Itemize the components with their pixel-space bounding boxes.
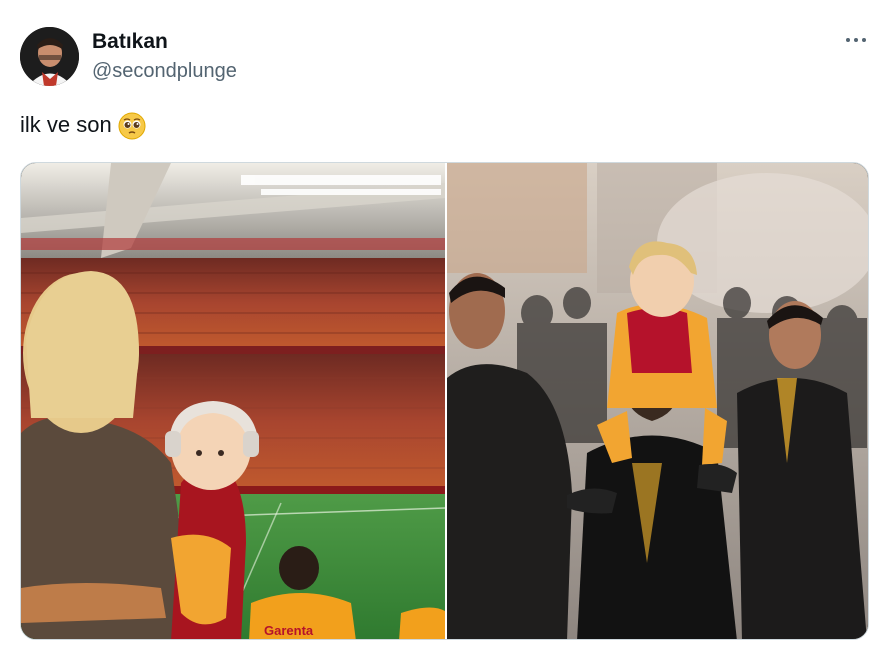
stadium-photo[interactable]: Garenta bbox=[21, 163, 446, 639]
display-name[interactable]: Batıkan bbox=[92, 30, 168, 54]
banner-text: Garenta bbox=[264, 623, 314, 638]
celebration-photo[interactable] bbox=[447, 163, 868, 639]
profile-photo-icon bbox=[20, 27, 79, 86]
tweet-text: ilk ve son bbox=[20, 112, 146, 140]
media-grid: Garenta bbox=[20, 162, 869, 640]
user-handle[interactable]: @secondplunge bbox=[92, 60, 237, 83]
tweet-text-content: ilk ve son bbox=[20, 112, 112, 137]
pleading-face-emoji-icon bbox=[118, 112, 146, 140]
more-options-icon[interactable] bbox=[843, 30, 869, 50]
avatar[interactable] bbox=[20, 27, 79, 86]
